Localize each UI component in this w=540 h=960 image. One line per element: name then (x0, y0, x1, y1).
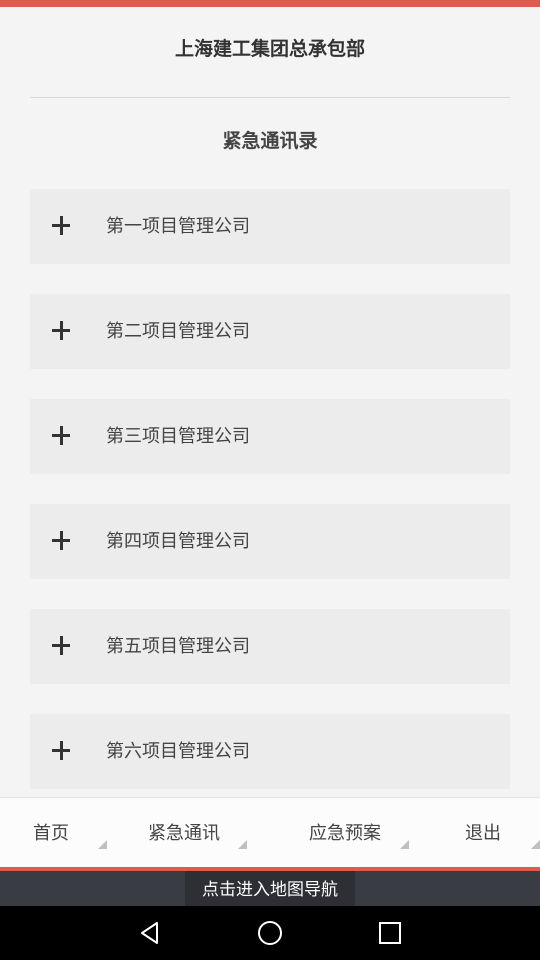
company-label: 第四项目管理公司 (106, 531, 250, 552)
company-label: 第一项目管理公司 (106, 216, 250, 237)
nav-logout[interactable]: 退出 (410, 798, 540, 868)
company-label: 第二项目管理公司 (106, 321, 250, 342)
plus-icon[interactable] (52, 321, 72, 341)
company-item-2[interactable]: 第二项目管理公司 (30, 294, 510, 369)
app-title: 上海建工集团总承包部 (174, 38, 365, 60)
company-label: 第五项目管理公司 (106, 636, 250, 657)
company-item-1[interactable]: 第一项目管理公司 (30, 189, 510, 264)
nav-emergency-contacts[interactable]: 紧急通讯 (110, 798, 250, 868)
company-list: 第一项目管理公司 第二项目管理公司 第三项目管理公司 第四项目管理公司 第五项目… (30, 189, 510, 819)
plus-icon[interactable] (52, 531, 72, 551)
dropdown-corner-icon (98, 840, 107, 849)
nav-home-label: 首页 (33, 823, 69, 844)
system-navigation-bar (0, 906, 540, 960)
company-item-4[interactable]: 第四项目管理公司 (30, 504, 510, 579)
back-icon[interactable] (135, 918, 165, 948)
nav-emergency-plans[interactable]: 应急预案 (250, 798, 410, 868)
company-item-5[interactable]: 第五项目管理公司 (30, 609, 510, 684)
plus-icon[interactable] (52, 741, 72, 761)
dropdown-corner-icon (531, 840, 540, 849)
map-navigation-button[interactable]: 点击进入地图导航 (185, 871, 355, 906)
dropdown-corner-icon (400, 840, 409, 849)
company-item-6[interactable]: 第六项目管理公司 (30, 714, 510, 789)
bottom-nav-bar: 首页 紧急通讯 应急预案 退出 (0, 797, 540, 868)
header-divider (30, 97, 510, 98)
recent-apps-icon[interactable] (375, 918, 405, 948)
page-title: 紧急通讯录 (222, 130, 318, 152)
company-item-3[interactable]: 第三项目管理公司 (30, 399, 510, 474)
plus-icon[interactable] (52, 636, 72, 656)
top-accent-bar (0, 0, 540, 7)
map-navigation-bar: 点击进入地图导航 (0, 871, 540, 906)
plus-icon[interactable] (52, 216, 72, 236)
company-label: 第三项目管理公司 (106, 426, 250, 447)
company-label: 第六项目管理公司 (106, 741, 250, 762)
nav-logout-label: 退出 (465, 823, 501, 844)
plus-icon[interactable] (52, 426, 72, 446)
dropdown-corner-icon (238, 840, 247, 849)
nav-emergency-contacts-label: 紧急通讯 (148, 823, 220, 844)
home-icon[interactable] (255, 918, 285, 948)
nav-home[interactable]: 首页 (0, 798, 110, 868)
nav-emergency-plans-label: 应急预案 (309, 823, 381, 844)
